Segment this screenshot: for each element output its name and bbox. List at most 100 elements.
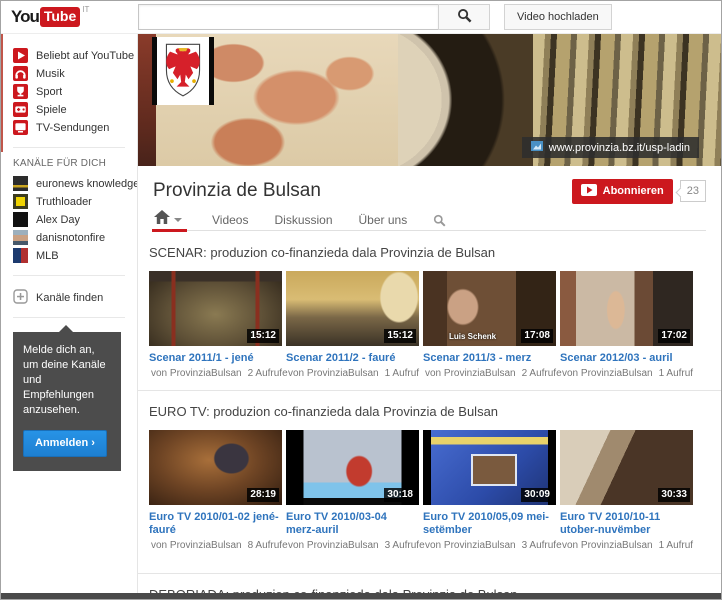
channels-for-you-header: KANÄLE FÜR DICH <box>1 148 137 175</box>
banner-art-arch <box>398 34 533 166</box>
video-title-link[interactable]: Scenar 2011/1 - jené <box>149 352 282 365</box>
guide-nav: Beliebt auf YouTube Musik Sport Spiele T… <box>1 34 137 141</box>
sidebar-item-tv-sendungen[interactable]: TV-Sendungen <box>13 119 137 136</box>
find-channels-group: Kanäle finden <box>1 276 137 311</box>
subscribe-play-icon <box>581 184 597 199</box>
channel-label: MLB <box>36 250 59 262</box>
video-thumbnail[interactable]: 15:12 <box>286 271 419 346</box>
page-body: Beliebt auf YouTube Musik Sport Spiele T… <box>1 34 721 594</box>
tab-videos[interactable]: Videos <box>212 213 248 227</box>
headphones-icon <box>13 66 28 81</box>
signin-promo-text: Melde dich an, um deine Kanäle und Empfe… <box>23 343 111 418</box>
sidebar-item-sport[interactable]: Sport <box>13 83 137 100</box>
sidebar-channel-truthloader[interactable]: Truthloader <box>13 193 137 210</box>
channel-tabs: Videos Diskussion Über uns <box>153 210 706 231</box>
video-card: 30:18 Euro TV 2010/03-04 merz-auril von … <box>286 430 419 551</box>
logo-you-text: You <box>11 7 39 27</box>
crest-black-bar <box>209 37 214 105</box>
video-thumbnail[interactable]: 30:09 <box>423 430 556 505</box>
guide-sidebar: Beliebt auf YouTube Musik Sport Spiele T… <box>1 34 138 594</box>
thumbnail-caption: Luis Schenk <box>449 332 496 341</box>
channel-avatar <box>13 230 28 245</box>
subscriber-count[interactable]: 23 <box>680 180 706 202</box>
bottom-window-edge <box>1 593 721 599</box>
sidebar-item-find-channels[interactable]: Kanäle finden <box>13 289 137 306</box>
add-circle-icon <box>13 289 28 307</box>
shelf-title: SCENAR: produzion co-finanzieda dala Pro… <box>149 245 721 260</box>
channel-label: euronews knowledge <box>36 178 137 190</box>
sidebar-divider <box>13 317 125 318</box>
sidebar-channel-danisnotonfire[interactable]: danisnotonfire <box>13 229 137 246</box>
video-meta: von ProvinziaBulsan3 Aufrufe <box>286 540 419 551</box>
video-title-link[interactable]: Euro TV 2010/05,09 mei-setëmber <box>423 511 556 537</box>
duration-badge: 17:08 <box>521 329 553 343</box>
sidebar-item-label: Beliebt auf YouTube <box>36 50 134 62</box>
video-thumbnail[interactable]: 15:12 <box>149 271 282 346</box>
video-card: 28:19 Euro TV 2010/01-02 jené-fauré von … <box>149 430 282 551</box>
gamepad-icon <box>13 102 28 117</box>
banner-link-text: www.provinzia.bz.it/usp-ladin <box>549 142 690 154</box>
top-bar: You Tube IT Video hochladen <box>1 1 721 34</box>
shelf-row: 28:19 Euro TV 2010/01-02 jené-fauré von … <box>149 430 721 551</box>
eagle-icon <box>160 40 206 102</box>
video-thumbnail[interactable]: 28:19 <box>149 430 282 505</box>
shelf-euro-tv: EURO TV: produzion co-finanzieda dala Pr… <box>138 390 721 573</box>
banner-website-link[interactable]: www.provinzia.bz.it/usp-ladin <box>522 137 699 158</box>
crest-shield <box>157 37 209 105</box>
duration-badge: 30:18 <box>384 488 416 502</box>
search-icon <box>457 8 472 26</box>
video-title-link[interactable]: Euro TV 2010/10-11 utober-nuvëmber <box>560 511 693 537</box>
search-button[interactable] <box>438 4 490 30</box>
tab-diskussion[interactable]: Diskussion <box>274 213 332 227</box>
video-title-link[interactable]: Euro TV 2010/03-04 merz-auril <box>286 511 419 537</box>
shelf-title: EURO TV: produzion co-finanzieda dala Pr… <box>149 404 721 419</box>
sidebar-item-beliebt[interactable]: Beliebt auf YouTube <box>13 47 137 64</box>
channel-avatar <box>13 248 28 263</box>
video-title-link[interactable]: Scenar 2011/3 - merz <box>423 352 556 365</box>
channel-avatar <box>13 176 28 191</box>
channel-avatar <box>13 212 28 227</box>
video-title-link[interactable]: Scenar 2011/2 - fauré <box>286 352 419 365</box>
search-input[interactable] <box>138 4 438 30</box>
sidebar-item-musik[interactable]: Musik <box>13 65 137 82</box>
tab-home[interactable] <box>153 210 186 231</box>
channel-header: Provinzia de Bulsan Abonnieren 23 Videos… <box>138 166 721 232</box>
left-edge-artifact <box>1 34 3 152</box>
upload-video-button[interactable]: Video hochladen <box>504 4 612 30</box>
sidebar-item-label: TV-Sendungen <box>36 122 109 134</box>
sidebar-item-spiele[interactable]: Spiele <box>13 101 137 118</box>
video-thumbnail[interactable]: 30:18 <box>286 430 419 505</box>
video-thumbnail[interactable]: 30:33 <box>560 430 693 505</box>
trophy-icon <box>13 84 28 99</box>
play-icon <box>13 48 28 63</box>
link-icon <box>531 141 543 154</box>
shelf-row: 15:12 Scenar 2011/1 - jené von Provinzia… <box>149 271 721 379</box>
video-meta: von ProvinziaBulsan8 Aufrufe <box>149 540 282 551</box>
sidebar-channel-euronews[interactable]: euronews knowledge <box>13 175 137 192</box>
channel-label: danisnotonfire <box>36 232 105 244</box>
subscribe-button[interactable]: Abonnieren <box>572 179 673 204</box>
video-card: 17:02 Scenar 2012/03 - auril von Provinz… <box>560 271 693 379</box>
video-thumbnail[interactable]: Luis Schenk 17:08 <box>423 271 556 346</box>
anmelden-button[interactable]: Anmelden › <box>23 430 107 457</box>
south-tyrol-coat-of-arms <box>152 37 214 105</box>
video-thumbnail[interactable]: 17:02 <box>560 271 693 346</box>
duration-badge: 28:19 <box>247 488 279 502</box>
channel-search-icon[interactable] <box>433 214 446 227</box>
video-meta: von ProvinziaBulsan2 Aufrufe <box>149 368 282 379</box>
duration-badge: 15:12 <box>384 329 416 343</box>
chevron-down-icon <box>174 218 182 222</box>
youtube-logo[interactable]: You Tube IT <box>1 7 138 27</box>
channel-avatar <box>13 194 28 209</box>
sidebar-channel-alexday[interactable]: Alex Day <box>13 211 137 228</box>
video-meta: von ProvinziaBulsan1 Aufruf <box>286 368 419 379</box>
channel-label: Alex Day <box>36 214 80 226</box>
channel-banner: www.provinzia.bz.it/usp-ladin <box>138 34 721 166</box>
video-title-link[interactable]: Scenar 2012/03 - auril <box>560 352 693 365</box>
tab-ueber-uns[interactable]: Über uns <box>359 213 408 227</box>
video-card: 15:12 Scenar 2011/2 - fauré von Provinzi… <box>286 271 419 379</box>
sidebar-channel-mlb[interactable]: MLB <box>13 247 137 264</box>
video-card: Luis Schenk 17:08 Scenar 2011/3 - merz v… <box>423 271 556 379</box>
video-title-link[interactable]: Euro TV 2010/01-02 jené-fauré <box>149 511 282 537</box>
youtube-page: You Tube IT Video hochladen Beliebt auf … <box>0 0 722 600</box>
